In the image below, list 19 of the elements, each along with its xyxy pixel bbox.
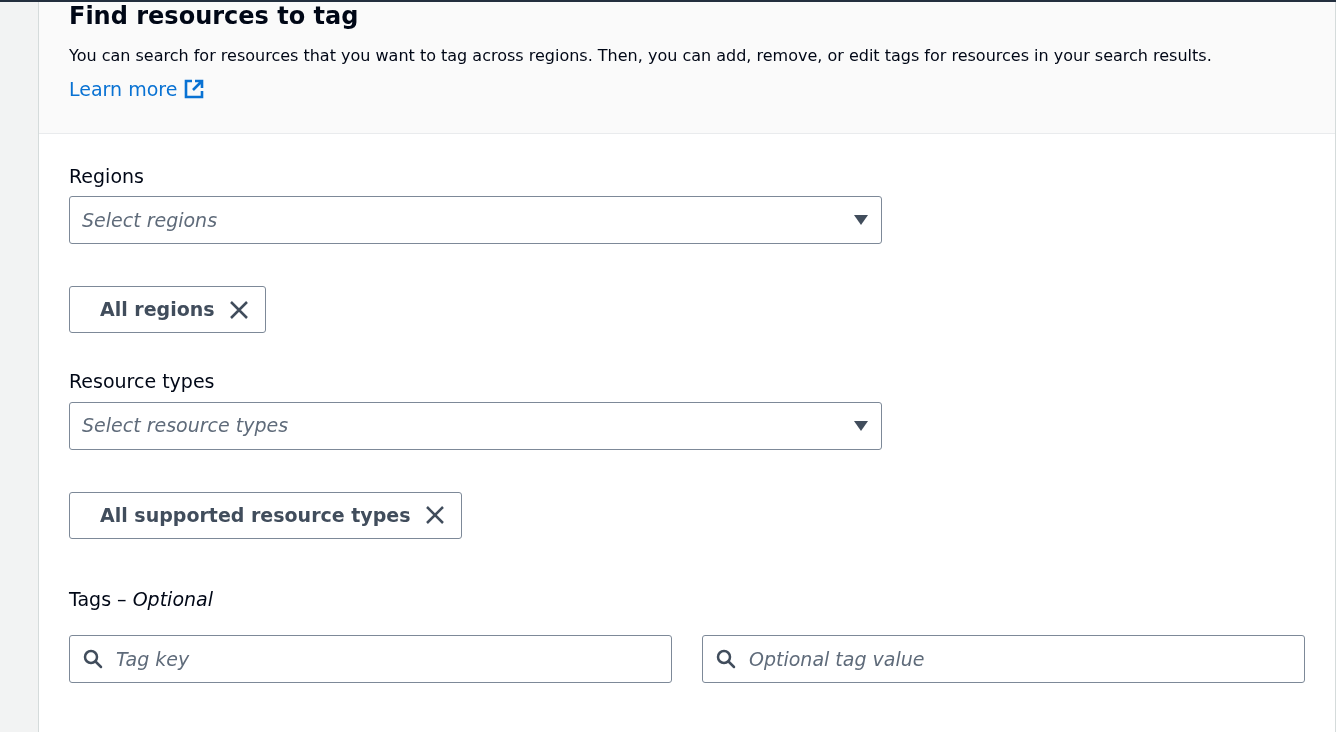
external-link-icon	[183, 77, 206, 100]
caret-down-icon	[853, 214, 869, 226]
search-icon	[83, 649, 103, 669]
search-field[interactable]: Optional tag value	[702, 635, 1305, 683]
select-dropdown[interactable]: Select resource types	[69, 401, 882, 450]
close-icon	[228, 299, 249, 320]
field-label: Tags – Optional	[69, 586, 214, 612]
learn-more-link[interactable]: Learn more	[69, 72, 206, 105]
field-label: Regions	[69, 163, 145, 189]
page-title: Find resources to tag	[69, 2, 360, 30]
description-text: You can search for resources that you want to tag across regions. Then, you can add, remove, or edit tags for resources in your search results. Learn more	[69, 40, 1305, 105]
caret-down-icon	[853, 419, 869, 432]
close-icon	[424, 505, 445, 525]
search-field[interactable]: Tag key	[69, 635, 672, 683]
search-icon	[716, 649, 736, 669]
select-dropdown[interactable]: Select regions	[69, 196, 882, 244]
token-label: All regions	[100, 297, 215, 323]
token-label: All supported resource types	[100, 502, 411, 528]
field-label: Resource types	[69, 369, 216, 394]
